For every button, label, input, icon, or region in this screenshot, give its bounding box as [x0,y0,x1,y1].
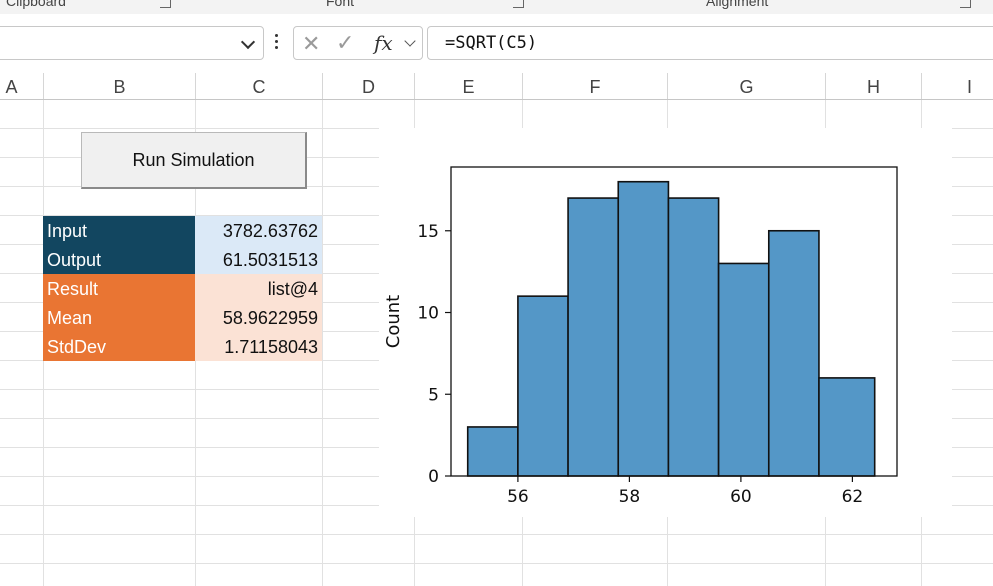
y-tick-label: 10 [417,304,439,324]
histogram-chart[interactable]: 56 58 60 62 0 5 10 15 Count [379,128,952,517]
histogram-bar [818,377,876,477]
column-header-e[interactable]: E [415,73,523,99]
y-axis-label: Count [383,295,404,348]
column-headers: A B C D E F G H I [0,73,993,100]
chevron-down-icon[interactable] [240,34,256,50]
x-tick-label: 58 [619,487,641,507]
x-tick-label: 60 [730,487,752,507]
column-header-h[interactable]: H [826,73,922,99]
ribbon-group-font: Font [326,0,355,9]
label-mean[interactable]: Mean [43,303,195,332]
label-result[interactable]: Result [43,274,195,303]
histogram-bar [617,180,670,477]
column-header-i[interactable]: I [922,73,993,99]
formula-text: =SQRT(C5) [445,33,538,53]
run-simulation-button[interactable]: Run Simulation [81,132,307,189]
ribbon-group-alignment: Alignment [706,0,769,9]
histogram-bar [717,262,770,477]
histogram-bar [517,295,569,477]
name-box[interactable] [0,26,264,60]
insert-function-icon[interactable]: fx [374,31,393,55]
value-stddev[interactable]: 1.71158043 [195,332,322,361]
formula-actions: ✕ ✓ fx [293,26,423,60]
y-tick-label: 0 [428,467,439,487]
column-header-d[interactable]: D [323,73,415,99]
y-tick-label: 15 [417,222,439,242]
x-tick-label: 56 [507,487,529,507]
y-tick-label: 5 [428,385,439,405]
label-output[interactable]: Output [43,245,195,274]
value-mean[interactable]: 58.9622959 [195,303,322,332]
column-header-c[interactable]: C [196,73,323,99]
column-header-b[interactable]: B [44,73,196,99]
more-options-icon[interactable] [273,31,279,53]
value-output[interactable]: 61.5031513 [195,245,322,274]
cancel-icon[interactable]: ✕ [302,31,320,57]
label-stddev[interactable]: StdDev [43,332,195,361]
alignment-launcher-icon[interactable] [960,0,971,8]
column-header-a[interactable]: A [0,73,44,99]
histogram-bar [667,197,720,477]
font-launcher-icon[interactable] [513,0,524,8]
gridline [322,100,323,586]
formula-bar-row: ✕ ✓ fx =SQRT(C5) [0,14,993,70]
histogram-bar [466,426,519,477]
histogram-svg: 56 58 60 62 0 5 10 15 Count [383,166,898,507]
x-tick-label: 62 [842,487,864,507]
ribbon-group-clipboard: Clipboard [6,0,66,9]
value-result[interactable]: list@4 [195,274,322,303]
ribbon: Clipboard Font Alignment [0,0,993,15]
column-header-g[interactable]: G [668,73,826,99]
formula-input[interactable]: =SQRT(C5) [427,26,993,60]
column-header-f[interactable]: F [523,73,668,99]
value-input[interactable]: 3782.63762 [195,216,322,245]
histogram-bar [767,229,820,477]
label-input[interactable]: Input [43,216,195,245]
clipboard-launcher-icon[interactable] [160,0,171,8]
histogram-bar [567,197,620,477]
check-icon[interactable]: ✓ [336,30,354,56]
chevron-down-icon[interactable] [404,35,416,47]
